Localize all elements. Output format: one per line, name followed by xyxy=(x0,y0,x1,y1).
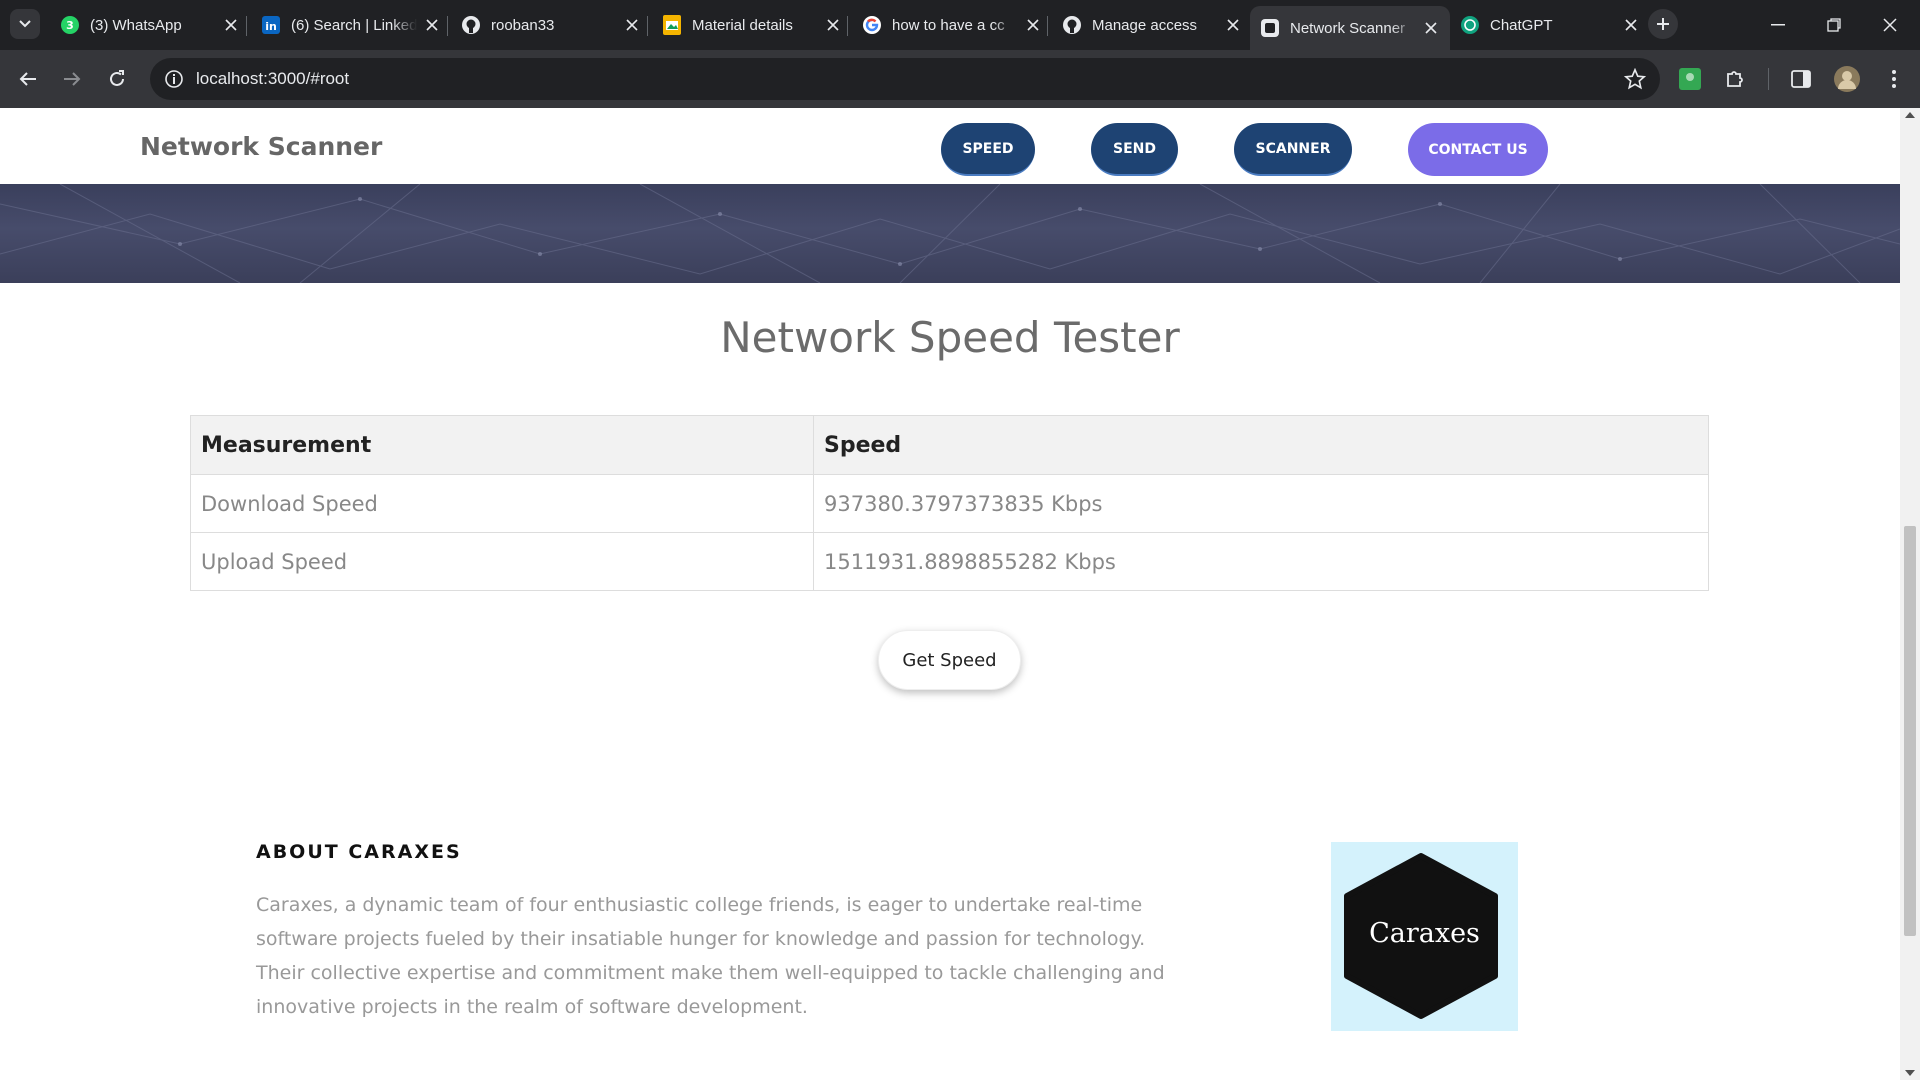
site-header: Network Scanner SPEED SEND SCANNER CONTA… xyxy=(0,108,1900,184)
reload-button[interactable] xyxy=(101,63,133,95)
scrollbar-thumb[interactable] xyxy=(1904,526,1916,936)
plus-icon xyxy=(1657,18,1669,30)
tab-title: (3) WhatsApp xyxy=(90,16,182,34)
tab-title: how to have a cc xyxy=(892,16,1005,34)
download-speed-label: Download Speed xyxy=(190,474,814,533)
scroll-down-arrow-icon[interactable] xyxy=(1905,1070,1915,1076)
tab-separator xyxy=(246,16,247,36)
site-info-icon[interactable] xyxy=(164,69,184,89)
tab-search-button[interactable] xyxy=(10,9,40,39)
scroll-up-arrow-icon[interactable] xyxy=(1905,112,1915,118)
new-tab-button[interactable] xyxy=(1648,9,1678,39)
tab-title: Network Scanner xyxy=(1290,19,1406,37)
tab-title: Manage access xyxy=(1092,16,1198,34)
speed-tester-title: Network Speed Tester xyxy=(720,313,1180,362)
table-row: Download Speed 937380.3797373835 Kbps xyxy=(190,474,1709,533)
upload-speed-value: 1511931.8898855282 Kbps xyxy=(813,532,1709,591)
hero-banner-image xyxy=(0,184,1900,283)
browser-menu-button[interactable] xyxy=(1881,66,1907,92)
more-vertical-icon xyxy=(1892,70,1896,88)
close-tab-icon[interactable] xyxy=(222,16,240,34)
bookmark-star-icon[interactable] xyxy=(1624,68,1646,90)
whatsapp-icon: 3 xyxy=(60,15,80,35)
toolbar-separator xyxy=(1768,68,1769,90)
caraxes-logo: Caraxes xyxy=(1331,842,1518,1031)
extensions-puzzle-icon[interactable] xyxy=(1722,66,1748,92)
back-button[interactable] xyxy=(12,63,44,95)
address-bar[interactable]: localhost:3000/#root xyxy=(150,58,1660,100)
chevron-down-icon xyxy=(19,20,31,28)
forward-button[interactable] xyxy=(56,63,88,95)
table-header-row: Measurement Speed xyxy=(190,415,1709,475)
tab-separator xyxy=(447,16,448,36)
browser-tab-strip: 3 (3) WhatsApp in (6) Search | LinkedIn … xyxy=(0,0,1920,50)
tab-title: rooban33 xyxy=(491,16,555,34)
chatgpt-icon xyxy=(1460,15,1480,35)
url-text[interactable]: localhost:3000/#root xyxy=(196,69,349,89)
restore-button[interactable] xyxy=(1806,0,1862,50)
page-scrollbar[interactable] xyxy=(1900,108,1920,1080)
about-title: ABOUT CARAXES xyxy=(256,841,462,863)
tab-separator xyxy=(847,16,848,36)
tab-google-search[interactable]: how to have a cc xyxy=(852,8,1052,42)
reload-icon xyxy=(110,70,124,86)
site-brand[interactable]: Network Scanner xyxy=(140,132,382,161)
close-tab-icon[interactable] xyxy=(623,16,641,34)
tab-chatgpt[interactable]: ChatGPT xyxy=(1450,8,1650,42)
github-icon xyxy=(461,15,481,35)
tab-separator xyxy=(647,16,648,36)
nav-contact-button[interactable]: CONTACT US xyxy=(1408,123,1548,176)
tab-title: ChatGPT xyxy=(1490,16,1553,34)
speed-table: Measurement Speed Download Speed 937380.… xyxy=(190,415,1709,591)
tab-whatsapp[interactable]: 3 (3) WhatsApp xyxy=(50,8,250,42)
restore-icon xyxy=(1827,18,1841,32)
tab-manage-access[interactable]: Manage access xyxy=(1052,8,1252,42)
minimize-button[interactable] xyxy=(1750,0,1806,50)
header-measurement: Measurement xyxy=(190,415,814,475)
google-icon xyxy=(862,15,882,35)
close-window-button[interactable] xyxy=(1862,0,1918,50)
arrow-right-icon xyxy=(64,72,81,86)
svg-text:3: 3 xyxy=(66,19,74,32)
profile-avatar[interactable] xyxy=(1834,66,1860,92)
close-tab-icon[interactable] xyxy=(1622,16,1640,34)
browser-toolbar: localhost:3000/#root xyxy=(0,50,1920,108)
close-tab-icon[interactable] xyxy=(1422,19,1440,37)
tab-title: (6) Search | LinkedIn xyxy=(291,16,417,34)
network-lines-pattern xyxy=(0,184,1900,283)
arrow-left-icon xyxy=(19,72,36,86)
close-tab-icon[interactable] xyxy=(1024,16,1042,34)
tab-linkedin[interactable]: in (6) Search | LinkedIn xyxy=(251,8,451,42)
react-app-icon xyxy=(1260,18,1280,38)
slides-icon xyxy=(662,15,682,35)
nav-send-button[interactable]: SEND xyxy=(1091,123,1178,176)
svg-text:in: in xyxy=(265,20,277,33)
tab-title: Material details xyxy=(692,16,793,34)
linkedin-icon: in xyxy=(261,15,281,35)
nav-speed-button[interactable]: SPEED xyxy=(941,123,1035,176)
download-speed-value: 937380.3797373835 Kbps xyxy=(813,474,1709,533)
close-tab-icon[interactable] xyxy=(1224,16,1242,34)
tab-separator xyxy=(1047,16,1048,36)
page-viewport: Network Scanner SPEED SEND SCANNER CONTA… xyxy=(0,108,1900,1080)
close-tab-icon[interactable] xyxy=(423,16,441,34)
about-description: Caraxes, a dynamic team of four enthusia… xyxy=(256,894,1165,1018)
side-panel-icon[interactable] xyxy=(1788,66,1814,92)
close-tab-icon[interactable] xyxy=(824,16,842,34)
close-icon xyxy=(1883,18,1897,32)
minimize-icon xyxy=(1771,24,1785,26)
header-speed: Speed xyxy=(813,415,1709,475)
table-row: Upload Speed 1511931.8898855282 Kbps xyxy=(190,532,1709,591)
extension-icon[interactable] xyxy=(1677,66,1703,92)
tab-material-details[interactable]: Material details xyxy=(652,8,852,42)
upload-speed-label: Upload Speed xyxy=(190,532,814,591)
tab-network-scanner[interactable]: Network Scanner xyxy=(1250,6,1450,50)
logo-text: Caraxes xyxy=(1369,918,1480,949)
tab-github-rooban33[interactable]: rooban33 xyxy=(451,8,651,42)
nav-scanner-button[interactable]: SCANNER xyxy=(1234,123,1352,176)
get-speed-button[interactable]: Get Speed xyxy=(878,630,1021,690)
github-icon xyxy=(1062,15,1082,35)
